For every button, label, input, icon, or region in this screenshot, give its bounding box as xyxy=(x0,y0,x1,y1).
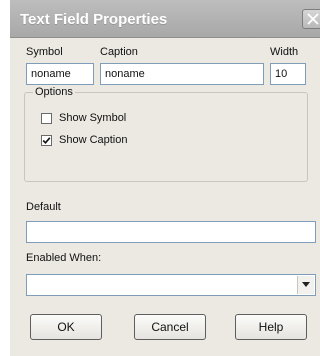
cancel-button[interactable]: Cancel xyxy=(134,314,206,340)
show-caption-label: Show Caption xyxy=(59,134,128,146)
caption-label: Caption xyxy=(100,46,138,58)
options-group: Options Show Symbol Show Caption xyxy=(24,86,308,182)
caption-input[interactable]: noname xyxy=(100,63,264,85)
width-label: Width xyxy=(270,46,299,58)
show-caption-option[interactable]: Show Caption xyxy=(41,134,128,146)
dropdown-button[interactable] xyxy=(297,276,314,294)
default-input[interactable] xyxy=(26,221,316,243)
symbol-label: Symbol xyxy=(26,46,63,58)
title-bar: Text Field Properties xyxy=(10,0,320,38)
default-label: Default xyxy=(26,201,61,213)
help-button[interactable]: Help xyxy=(235,314,307,340)
symbol-input[interactable]: noname xyxy=(26,63,94,85)
show-symbol-checkbox[interactable] xyxy=(41,112,52,124)
options-label: Options xyxy=(33,86,75,98)
show-symbol-label: Show Symbol xyxy=(59,112,127,124)
enabled-when-label: Enabled When: xyxy=(26,252,102,264)
text-field-properties-dialog: Text Field Properties Symbol Caption Wid… xyxy=(10,0,320,356)
chevron-down-icon xyxy=(302,282,310,287)
show-caption-checkbox[interactable] xyxy=(41,134,52,146)
enabled-when-select[interactable] xyxy=(26,274,316,296)
dialog-title: Text Field Properties xyxy=(20,11,168,28)
checkmark-icon xyxy=(42,136,51,144)
show-symbol-option[interactable]: Show Symbol xyxy=(41,112,126,124)
width-input[interactable]: 10 xyxy=(270,63,306,85)
close-button[interactable] xyxy=(302,9,320,29)
ok-button[interactable]: OK xyxy=(30,314,102,340)
close-icon xyxy=(307,13,319,25)
